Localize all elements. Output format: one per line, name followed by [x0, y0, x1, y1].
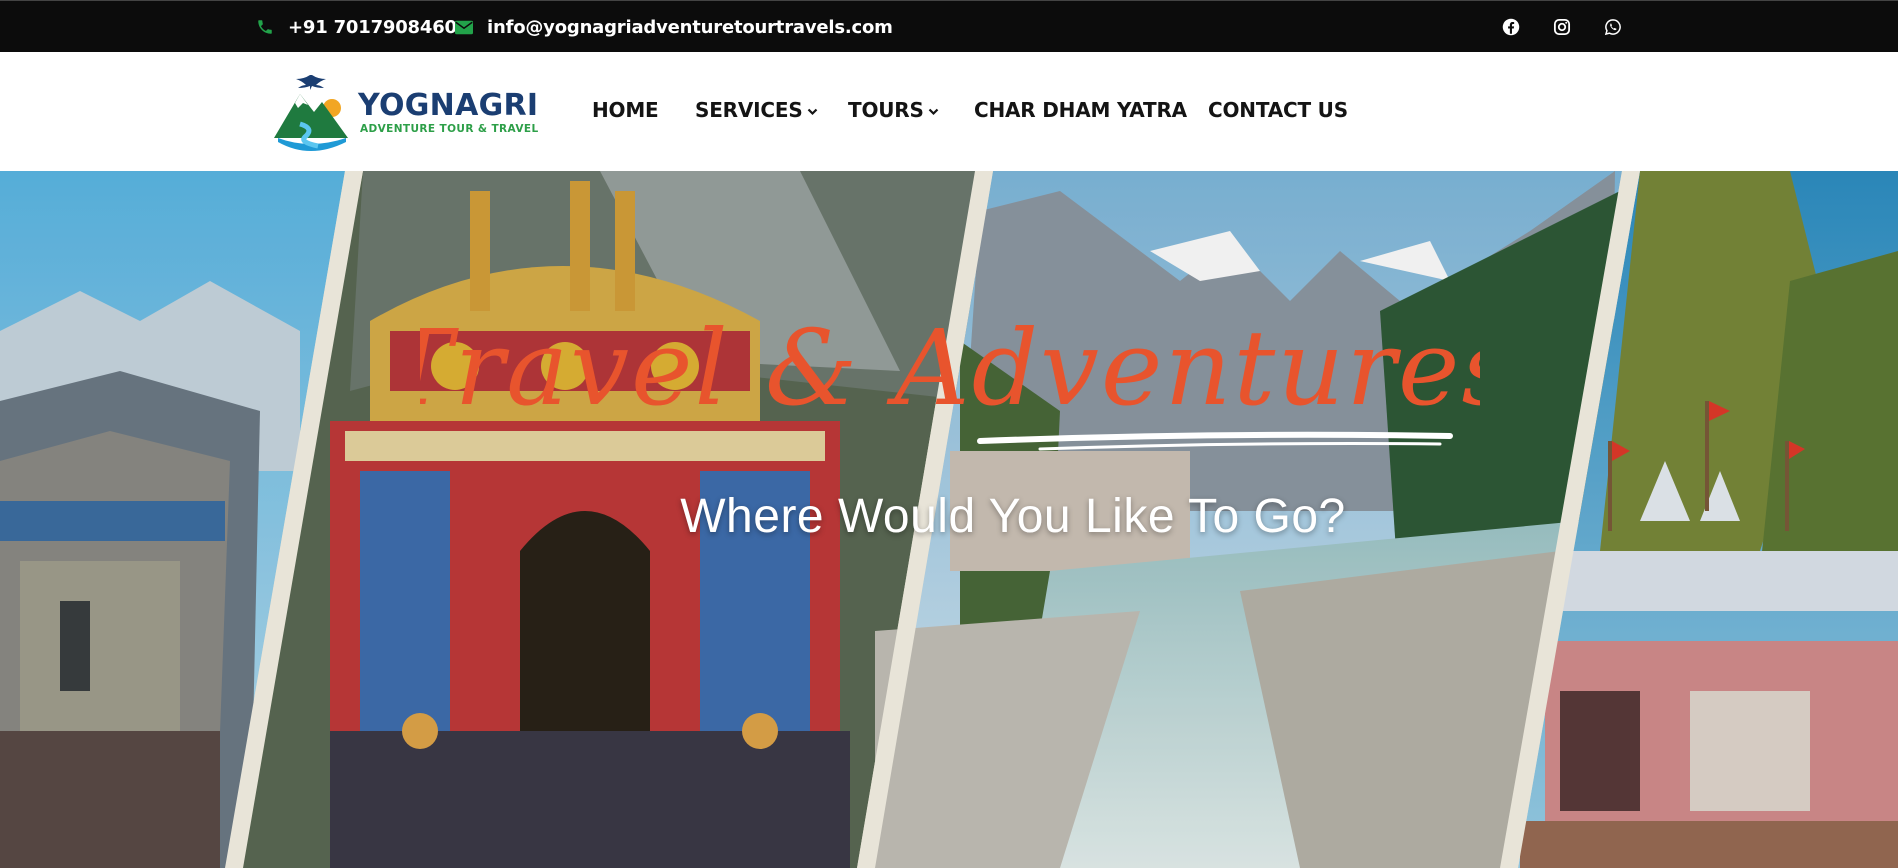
- nav-char-dham-yatra[interactable]: CHAR DHAM YATRA: [974, 98, 1187, 122]
- brand-name: YOGNAGRI: [358, 88, 539, 123]
- chevron-down-icon: [928, 108, 938, 116]
- site-header: YOGNAGRI ADVENTURE TOUR & TRAVEL HOME SE…: [0, 52, 1898, 171]
- phone-contact[interactable]: +91 7017908460: [256, 1, 457, 53]
- email-address: info@yognagriadventuretourtravels.com: [487, 16, 893, 38]
- mountain-logo-icon: [274, 75, 348, 151]
- instagram-link[interactable]: [1549, 14, 1575, 40]
- whatsapp-link[interactable]: [1600, 14, 1626, 40]
- facebook-link[interactable]: [1498, 14, 1524, 40]
- envelope-icon: [455, 20, 473, 34]
- nav-home[interactable]: HOME: [592, 98, 659, 122]
- brand-logo[interactable]: YOGNAGRI ADVENTURE TOUR & TRAVEL: [270, 72, 538, 152]
- hero-subtitle: Where Would You Like To Go?: [0, 489, 1898, 544]
- hero-subtitle-text: Where Would You Like To Go?: [680, 490, 1346, 543]
- nav-contact-us[interactable]: CONTACT US: [1208, 98, 1348, 122]
- top-bar: +91 7017908460 info@yognagriadventuretou…: [0, 0, 1898, 52]
- instagram-icon: [1553, 18, 1571, 36]
- nav-home-label: HOME: [592, 98, 659, 122]
- nav-contact-label: CONTACT US: [1208, 98, 1348, 122]
- hero-script-title: Travel & Adventures: [420, 307, 1480, 451]
- email-contact[interactable]: info@yognagriadventuretourtravels.com: [455, 1, 893, 53]
- nav-tours-label: TOURS: [848, 98, 924, 122]
- nav-char-dham-label: CHAR DHAM YATRA: [974, 98, 1187, 122]
- facebook-icon: [1502, 18, 1520, 36]
- nav-services[interactable]: SERVICES: [695, 98, 818, 122]
- chevron-down-icon: [807, 108, 817, 116]
- hero-banner: Travel & Adventures Where Would You Like…: [0, 171, 1898, 868]
- phone-number: +91 7017908460: [288, 16, 457, 38]
- brand-tagline: ADVENTURE TOUR & TRAVEL: [360, 123, 539, 135]
- nav-services-label: SERVICES: [695, 98, 803, 122]
- hero-script-text: Travel & Adventures: [420, 307, 1480, 429]
- nav-tours[interactable]: TOURS: [848, 98, 939, 122]
- phone-icon: [258, 20, 272, 34]
- whatsapp-icon: [1604, 19, 1621, 36]
